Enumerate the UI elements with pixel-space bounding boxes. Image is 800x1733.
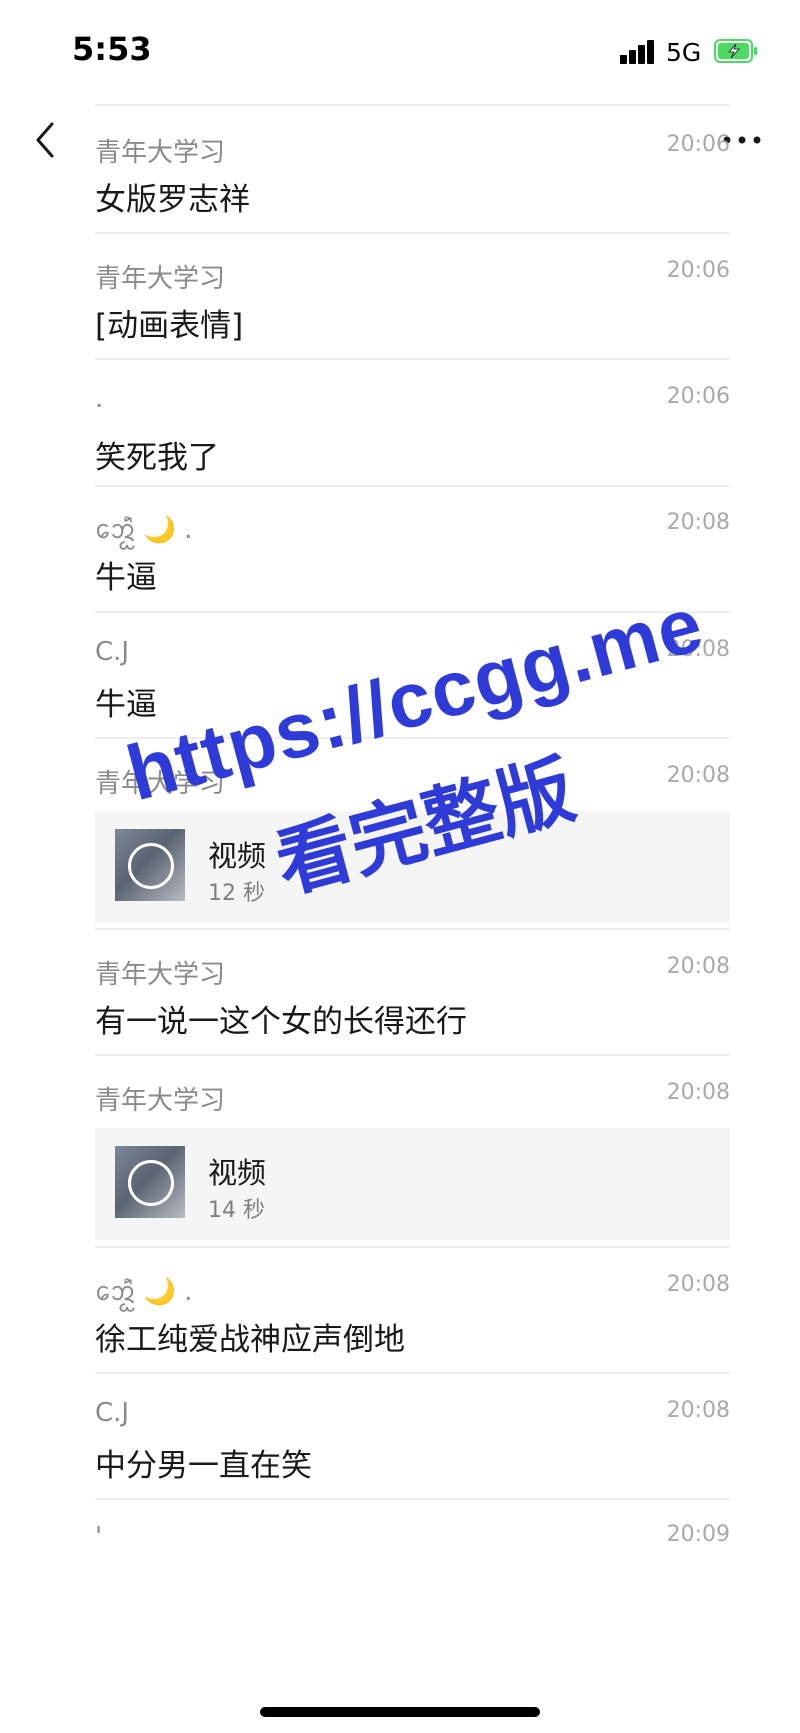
message-text: 有一说一这个女的长得还行 [95, 1004, 467, 1040]
video-title: 视频 [208, 1156, 267, 1190]
divider [95, 358, 730, 360]
home-indicator[interactable] [260, 1707, 540, 1717]
divider [95, 928, 730, 930]
moon-icon: 🌙 [143, 1277, 177, 1307]
message-text: 徐工纯爱战神应声倒地 [95, 1322, 405, 1358]
divider [95, 1246, 730, 1248]
sender-name: . [95, 384, 104, 414]
sender-suffix: . [176, 515, 193, 545]
sender-name: 青年大学习 [95, 264, 226, 294]
video-card[interactable]: 视频 14 秒 [95, 1128, 730, 1240]
divider [95, 232, 730, 234]
message-text: 牛逼 [95, 560, 157, 596]
message-time: 20:06 [666, 132, 730, 157]
sender-name: ' [95, 1522, 103, 1552]
video-card[interactable]: 视频 12 秒 [95, 811, 730, 923]
message-time: 20:08 [666, 1398, 730, 1423]
sender-name: 青年大学习 [95, 1086, 226, 1116]
message-time: 20:09 [666, 1522, 730, 1547]
message-text: 牛逼 [95, 687, 157, 723]
sender-name: ᩋᩮᩢᩬᩬᩫ 🌙 . [95, 510, 193, 552]
video-title: 视频 [208, 839, 267, 873]
sender-name: C.J [95, 1398, 130, 1428]
video-play-icon [128, 843, 174, 889]
message-time: 20:06 [666, 258, 730, 283]
video-thumbnail[interactable] [115, 1146, 185, 1218]
divider [95, 1054, 730, 1056]
message-time: 20:08 [666, 954, 730, 979]
message-time: 20:08 [666, 1080, 730, 1105]
sender-name: ᩋᩮᩢᩬᩬᩫ 🌙 . [95, 1272, 193, 1314]
sender-name: C.J [95, 637, 130, 667]
message-text: 笑死我了 [95, 440, 219, 476]
message-text: [动画表情] [95, 308, 244, 344]
sender-name: 青年大学习 [95, 769, 226, 799]
video-duration: 12 秒 [208, 881, 265, 906]
sender-name: 青年大学习 [95, 138, 226, 168]
message-text: 女版罗志祥 [95, 182, 250, 218]
message-time: 20:06 [666, 384, 730, 409]
sender-name: 青年大学习 [95, 960, 226, 990]
message-time: 20:08 [666, 510, 730, 535]
divider [95, 611, 730, 613]
video-camera-icon [128, 1160, 174, 1206]
divider [95, 1498, 730, 1500]
video-duration: 14 秒 [208, 1198, 265, 1223]
message-time: 20:08 [666, 637, 730, 662]
message-text: 中分男一直在笑 [95, 1448, 312, 1484]
divider [95, 104, 730, 106]
video-thumbnail[interactable] [115, 829, 185, 901]
divider [95, 1372, 730, 1374]
message-list: 青年大学习 20:06 女版罗志祥 青年大学习 20:06 [动画表情] . 2… [0, 0, 800, 1733]
message-time: 20:08 [666, 1272, 730, 1297]
message-time: 20:08 [666, 763, 730, 788]
sender-name-text: ᩋᩮᩢᩬᩬᩫ [95, 1277, 136, 1307]
moon-icon: 🌙 [143, 515, 177, 545]
divider [95, 737, 730, 739]
divider [95, 485, 730, 487]
sender-suffix: . [176, 1277, 193, 1307]
sender-name-text: ᩋᩮᩢᩬᩬᩫ [95, 515, 136, 545]
